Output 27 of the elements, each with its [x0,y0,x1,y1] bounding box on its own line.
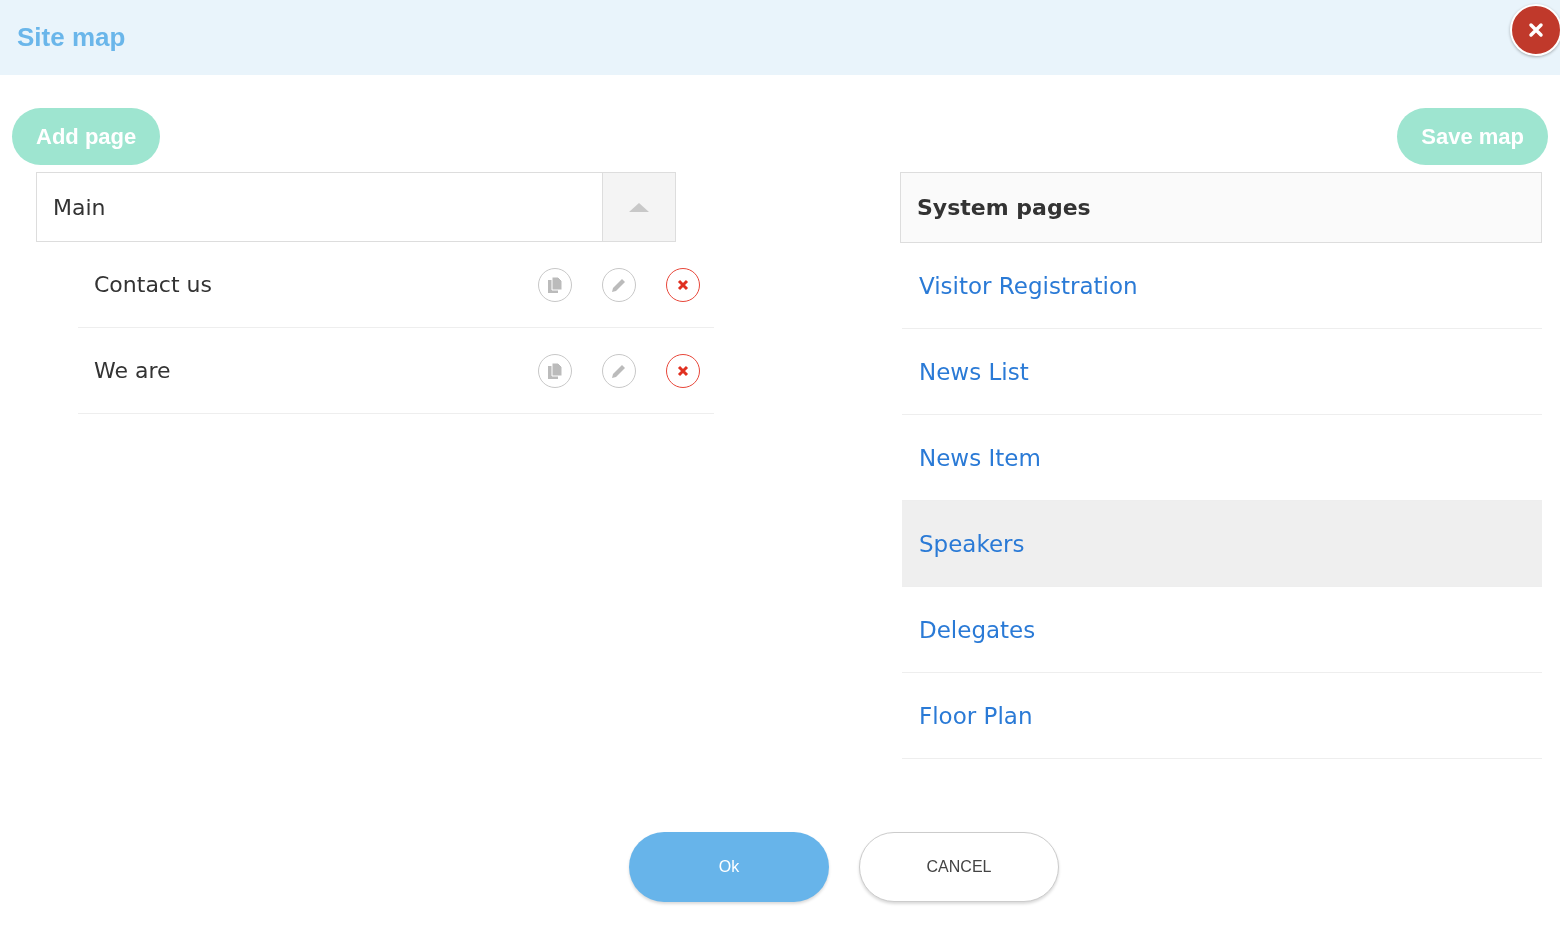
page-link[interactable]: Delegates [919,616,1036,643]
edit-button[interactable] [602,267,636,302]
page-label: We are [93,358,171,383]
copy-icon [547,361,563,380]
page-link[interactable]: News List [919,358,1029,385]
window-title: Site map [17,22,126,53]
close-icon [677,278,689,291]
panel-title: System pages [917,195,1091,220]
close-icon [677,364,689,377]
delete-button[interactable] [666,353,700,388]
page-link[interactable]: News Item [919,444,1041,471]
caret-icon [627,201,651,213]
page-link[interactable]: Speakers [919,530,1025,557]
cancel-button[interactable]: CANCEL [859,832,1059,902]
page-link[interactable]: Floor Plan [919,702,1033,729]
node-label: Main [52,194,106,220]
page-label: Contact us [93,272,212,297]
copy-button[interactable] [538,353,572,388]
copy-button[interactable] [538,267,572,302]
copy-icon [547,275,563,294]
delete-button[interactable] [666,267,700,302]
page-link[interactable]: Visitor Registration [919,272,1138,299]
close-button[interactable] [1510,3,1560,56]
collapse-button[interactable] [602,173,675,241]
ok-button[interactable]: Ok [629,832,829,902]
edit-button[interactable] [602,353,636,388]
close-icon [1528,21,1544,38]
